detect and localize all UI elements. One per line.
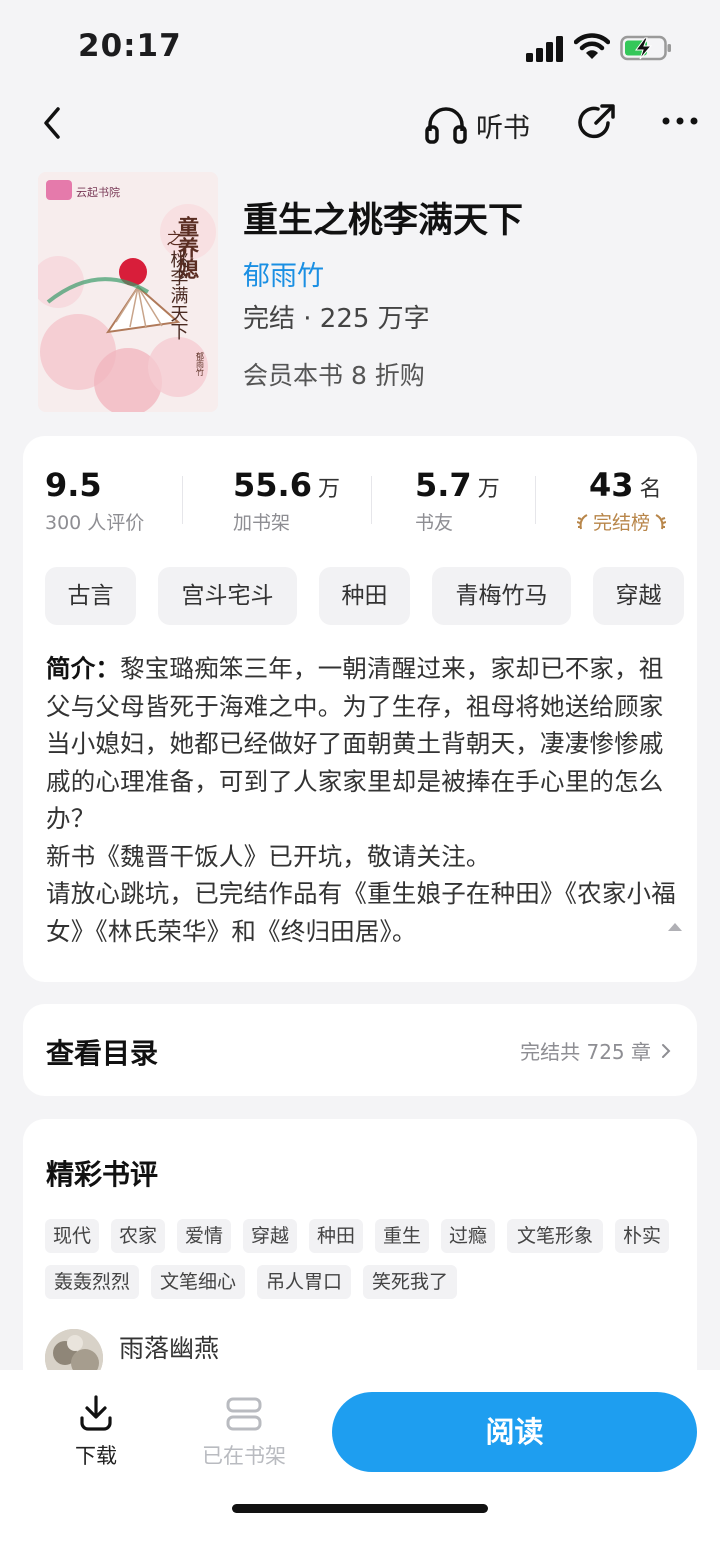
download-button[interactable]: 下载 (70, 1394, 122, 1470)
stat-bookshelf-label: 加书架 (233, 512, 291, 534)
book-author-link[interactable]: 郁雨竹 (243, 254, 324, 293)
bookshelf-icon (226, 1397, 262, 1431)
book-title: 重生之桃李满天下 (243, 201, 524, 241)
share-icon[interactable] (578, 101, 618, 143)
stat-fans-label: 书友 (415, 512, 454, 534)
svg-text:桃李满天下: 桃李满天下 (168, 250, 189, 340)
genre-tag[interactable]: 青梅竹马 (432, 567, 571, 625)
stat-rank-label: 完结榜 (593, 512, 651, 534)
divider (182, 476, 183, 524)
review-tag[interactable]: 笑死我了 (363, 1265, 457, 1299)
review-tag[interactable]: 朴实 (615, 1219, 669, 1253)
stat-bookshelf-value: 55.6 (233, 466, 312, 504)
stat-bookshelf-unit: 万 (317, 477, 340, 502)
intro-label: 简介 (46, 654, 96, 683)
genre-tag[interactable]: 宫斗宅斗 (158, 567, 297, 625)
genre-tag[interactable]: 种田 (319, 567, 410, 625)
review-tag[interactable]: 轰轰烈烈 (45, 1265, 139, 1299)
review-tag[interactable]: 过瘾 (441, 1219, 495, 1253)
top-nav: 听书 (0, 95, 720, 155)
stat-fans-unit: 万 (477, 477, 500, 502)
review-tag[interactable]: 文笔形象 (507, 1219, 603, 1253)
stat-rating[interactable]: 9.5 300 人评价 (45, 466, 144, 546)
reviewer-name[interactable]: 雨落幽燕 (119, 1329, 219, 1365)
status-bar: 20:17 (0, 0, 720, 95)
battery-charging-icon (620, 35, 671, 61)
stat-fans-value: 5.7 (415, 466, 472, 504)
review-tag[interactable]: 现代 (45, 1219, 99, 1253)
listen-label: 听书 (476, 112, 530, 144)
read-button[interactable]: 阅读 (332, 1392, 697, 1472)
svg-text:云起书院: 云起书院 (76, 185, 120, 199)
intro-new-book: 新书《魏晋干饭人》已开坑，敬请关注。 (46, 841, 491, 871)
bottom-action-bar: 下载 已在书架 阅读 (0, 1370, 720, 1559)
divider (535, 476, 536, 524)
status-time: 20:17 (78, 28, 182, 64)
stat-rank[interactable]: 43 名 完结榜 (577, 466, 667, 546)
download-label: 下载 (75, 1444, 117, 1468)
chevron-right-icon (662, 1043, 671, 1058)
review-tag[interactable]: 文笔细心 (151, 1265, 245, 1299)
book-status-wordcount: 完结 · 225 万字 (243, 304, 430, 334)
home-indicator (232, 1504, 488, 1513)
intro-text: 黎宝璐痴笨三年，一朝清醒过来，家却已不家，祖父与父母皆死于海难之中。为了生存，祖… (46, 654, 664, 833)
headphones-icon (425, 107, 467, 144)
stat-fans[interactable]: 5.7 万 书友 (415, 466, 500, 546)
book-cover-art: 童养媳 之 桃李满天下 云起书院 郁雨竹 (38, 172, 218, 412)
laurel-left-icon (577, 513, 588, 529)
wifi-icon (574, 33, 610, 59)
review-tag[interactable]: 吊人胃口 (257, 1265, 351, 1299)
collapse-triangle-icon[interactable] (667, 922, 683, 932)
laurel-right-icon (655, 513, 667, 529)
reviews-title: 精彩书评 (46, 1158, 159, 1191)
genre-tag[interactable]: 古言 (45, 567, 136, 625)
cellular-signal-icon (526, 36, 563, 62)
svg-text:之: 之 (164, 230, 183, 246)
book-intro[interactable]: 简介：黎宝璐痴笨三年，一朝清醒过来，家却已不家，祖父与父母皆死于海难之中。为了生… (46, 650, 678, 950)
review-tag[interactable]: 穿越 (243, 1219, 297, 1253)
review-tag[interactable]: 爱情 (177, 1219, 231, 1253)
divider (371, 476, 372, 524)
stat-rating-label: 300 人评价 (45, 512, 145, 534)
member-discount[interactable]: 会员本书 8 折购 (243, 356, 425, 392)
review-tag[interactable]: 重生 (375, 1219, 429, 1253)
review-tag[interactable]: 农家 (111, 1219, 165, 1253)
genre-tag[interactable]: 穿越 (593, 567, 684, 625)
review-tag[interactable]: 种田 (309, 1219, 363, 1253)
toc-chapter-count: 完结共 725 章 (520, 1040, 651, 1064)
download-icon (80, 1395, 112, 1431)
stat-bookshelf[interactable]: 55.6 万 加书架 (233, 466, 340, 546)
book-cover[interactable]: 童养媳 之 桃李满天下 云起书院 郁雨竹 (38, 172, 218, 412)
bookshelf-button[interactable]: 已在书架 (196, 1394, 292, 1470)
stat-rating-value: 9.5 (45, 466, 102, 504)
genre-tags: 古言 宫斗宅斗 种田 青梅竹马 穿越 (45, 567, 697, 625)
svg-text:郁雨竹: 郁雨竹 (196, 351, 205, 377)
listen-button[interactable]: 听书 (424, 103, 530, 147)
book-info-card: 9.5 300 人评价 55.6 万 加书架 5.7 万 书友 43 名 完结榜 古言… (23, 436, 697, 982)
back-icon[interactable] (36, 103, 70, 143)
more-icon[interactable] (660, 109, 700, 133)
intro-other-works: 请放心跳坑，已完结作品有《重生娘子在种田》《农家小福女》《林氏荣华》和《终归田居… (46, 879, 676, 946)
stat-rank-value: 43 (589, 466, 634, 504)
table-of-contents-row[interactable]: 查看目录 完结共 725 章 (23, 1004, 697, 1096)
bookshelf-label: 已在书架 (202, 1444, 286, 1468)
toc-title: 查看目录 (46, 1037, 159, 1070)
stats-row: 9.5 300 人评价 55.6 万 加书架 5.7 万 书友 43 名 完结榜 (23, 466, 697, 546)
stat-rank-unit: 名 (639, 477, 662, 502)
